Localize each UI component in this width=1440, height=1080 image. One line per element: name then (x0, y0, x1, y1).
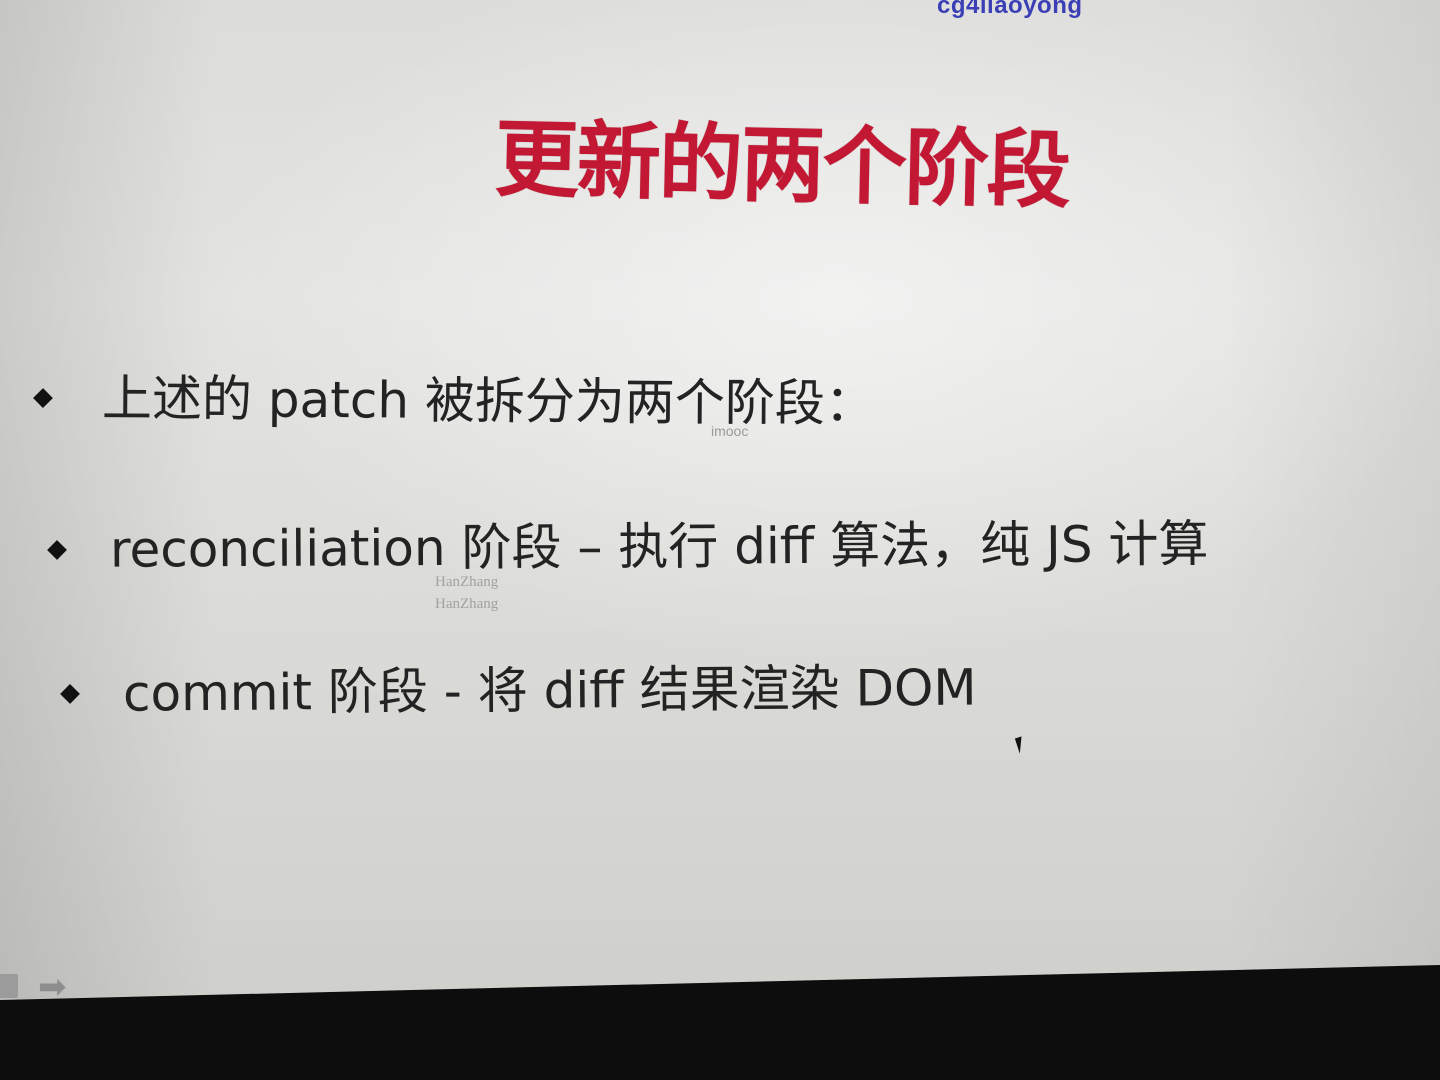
bullet-item-2: reconciliation 阶段 – 执行 diff 算法，纯 JS 计算 (47, 504, 1209, 582)
imooc-watermark: imooc (711, 423, 749, 439)
presentation-screen: cg4liaoyong 更新的两个阶段 上述的 patch 被拆分为两个阶段： … (0, 0, 1440, 1000)
author-watermark-2: HanZhang (435, 596, 499, 612)
mouse-cursor-icon (1014, 734, 1034, 754)
diamond-bullet-icon (33, 387, 53, 408)
user-watermark: cg4liaoyong (937, 0, 1083, 19)
diamond-bullet-icon (60, 683, 80, 704)
bullet-item-3: commit 阶段 - 将 diff 结果渲染 DOM (60, 648, 977, 726)
bullet-text-2: reconciliation 阶段 – 执行 diff 算法，纯 JS 计算 (109, 514, 1209, 579)
slide-prev-icon[interactable] (0, 974, 18, 998)
bullet-text-3: commit 阶段 - 将 diff 结果渲染 DOM (122, 658, 977, 723)
slide-next-icon[interactable]: ➡ (38, 970, 67, 1000)
bullet-text-1: 上述的 patch 被拆分为两个阶段： (101, 369, 876, 433)
slide-navigation: ➡ (0, 966, 100, 1000)
author-watermark-1: HanZhang (435, 574, 499, 590)
bullet-item-1: 上述的 patch 被拆分为两个阶段： (33, 358, 876, 436)
slide-title: 更新的两个阶段 (493, 110, 1070, 221)
diamond-bullet-icon (47, 539, 67, 560)
